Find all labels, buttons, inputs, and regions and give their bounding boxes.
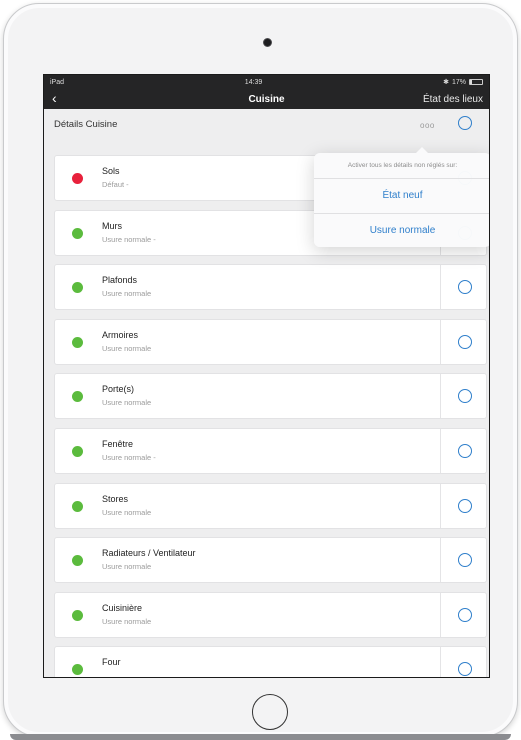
item-status: Usure normale [102, 616, 152, 626]
list-item[interactable]: Four [54, 646, 487, 677]
item-divider [440, 265, 441, 310]
item-divider [440, 538, 441, 583]
item-status: Usure normale [102, 343, 152, 353]
item-status: Usure normale - [102, 234, 156, 244]
status-dot-icon [72, 445, 83, 457]
item-select-radio[interactable] [458, 334, 472, 349]
list-item[interactable]: Armoires Usure normale [54, 318, 487, 365]
status-time: 14:39 [244, 78, 263, 86]
status-dot-icon [72, 555, 83, 567]
status-dot-icon [72, 336, 83, 348]
status-dot-icon [72, 173, 83, 184]
popover-hint: Activer tous les détails non réglés sur: [314, 153, 489, 179]
select-all-radio[interactable] [458, 116, 472, 130]
list-item[interactable]: Stores Usure normale [54, 482, 487, 529]
carrier-label: iPad [50, 78, 65, 86]
battery-fill [470, 80, 473, 84]
item-status: Usure normale [102, 398, 152, 408]
item-select-radio[interactable] [458, 607, 472, 622]
status-dot-icon [72, 500, 83, 512]
option-etat-neuf[interactable]: État neuf [314, 179, 489, 213]
item-status: Usure normale - [102, 452, 156, 462]
list-item[interactable]: Fenêtre Usure normale - [54, 427, 487, 474]
home-button[interactable] [252, 694, 288, 730]
item-name: Armoires [102, 329, 139, 340]
item-name: Murs [102, 220, 122, 231]
item-status: Usure normale [102, 507, 152, 517]
item-divider [440, 428, 441, 473]
status-dot-icon [72, 391, 83, 403]
list-item[interactable]: Porte(s) Usure normale [54, 373, 487, 420]
camera-icon [263, 38, 272, 47]
item-divider [440, 647, 441, 677]
status-dot-icon [72, 664, 83, 676]
status-dot-icon [72, 282, 83, 294]
item-name: Porte(s) [102, 384, 135, 395]
item-name: Radiateurs / Ventilateur [102, 548, 196, 559]
item-name: Cuisinière [102, 602, 143, 613]
list-item[interactable]: Cuisinière Usure normale [54, 591, 487, 638]
item-select-radio[interactable] [458, 443, 472, 458]
section-header: Détails Cuisine ooo [44, 109, 489, 139]
battery-percent: 17% [451, 78, 466, 86]
more-options-icon[interactable]: ooo [420, 121, 435, 130]
status-dot-icon [72, 609, 83, 621]
list-item[interactable]: Plafonds Usure normale [54, 264, 487, 311]
battery-icon [469, 79, 483, 85]
item-name: Four [102, 657, 121, 668]
item-divider [440, 483, 441, 528]
item-select-radio[interactable] [458, 662, 472, 677]
status-dot-icon [72, 227, 83, 239]
ipad-device: iPad 14:39 ✱ 17% ‹ Cuisine État des lieu… [3, 3, 518, 740]
navigation-bar: ‹ Cuisine État des lieux [44, 89, 489, 109]
item-name: Plafonds [102, 275, 138, 286]
item-select-radio[interactable] [458, 553, 472, 568]
option-usure-normale[interactable]: Usure normale [314, 213, 489, 247]
item-status: Usure normale [102, 562, 152, 572]
bluetooth-icon: ✱ [443, 79, 449, 86]
item-select-radio[interactable] [458, 280, 472, 295]
item-status: Usure normale [102, 289, 152, 299]
item-divider [440, 374, 441, 419]
status-bar: iPad 14:39 ✱ 17% [44, 75, 489, 89]
section-title: Détails Cuisine [54, 118, 118, 130]
list-item[interactable]: Radiateurs / Ventilateur Usure normale [54, 537, 487, 584]
item-select-radio[interactable] [458, 389, 472, 404]
item-name: Fenêtre [102, 438, 134, 449]
item-name: Stores [102, 493, 129, 504]
bulk-set-popover: Activer tous les détails non réglés sur:… [314, 147, 489, 247]
status-right: ✱ 17% [443, 78, 483, 86]
etat-des-lieux-button[interactable]: État des lieux [423, 94, 483, 105]
item-select-radio[interactable] [458, 498, 472, 513]
item-divider [440, 319, 441, 364]
item-divider [440, 592, 441, 637]
item-name: Sols [102, 166, 120, 176]
app-screen: iPad 14:39 ✱ 17% ‹ Cuisine État des lieu… [43, 74, 490, 678]
item-status: Défaut - [102, 180, 129, 189]
